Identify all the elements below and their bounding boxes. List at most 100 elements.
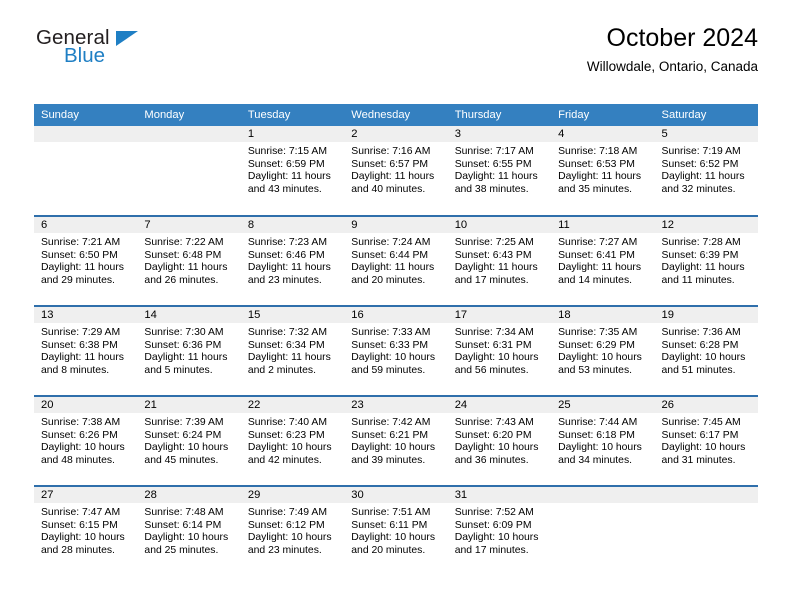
calendar-day-cell[interactable]: 27 Sunrise: 7:47 AM Sunset: 6:15 PM Dayligh… [34, 485, 138, 576]
day-details: Sunrise: 7:18 AM Sunset: 6:53 PM Daylight:… [551, 142, 654, 196]
weekday-header-tuesday: Tuesday [240, 104, 345, 126]
sunset-time: Sunset: 6:43 PM [454, 249, 532, 261]
sunrise-time: Sunrise: 7:24 AM [351, 237, 431, 248]
day-number: 23 [344, 397, 448, 413]
calendar-day-cell-empty [34, 126, 138, 216]
daylight-duration-line1: Daylight: 10 hours [661, 442, 746, 454]
day-details: Sunrise: 7:36 AM Sunset: 6:28 PM Daylight:… [655, 323, 758, 377]
sunset-time: Sunset: 6:52 PM [661, 158, 739, 170]
daylight-duration-line1: Daylight: 10 hours [454, 442, 539, 454]
sunset-time: Sunset: 6:44 PM [351, 249, 429, 261]
sunrise-time: Sunrise: 7:38 AM [41, 417, 121, 428]
calendar-day-cell[interactable]: 19 Sunrise: 7:36 AM Sunset: 6:28 PM Dayligh… [654, 305, 758, 396]
calendar-day-cell[interactable]: 6 Sunrise: 7:21 AM Sunset: 6:50 PM Daylight… [34, 215, 138, 306]
sunset-time: Sunset: 6:26 PM [41, 429, 118, 441]
calendar-day-cell[interactable]: 1 Sunrise: 7:15 AM Sunset: 6:59 PM Daylight… [240, 126, 345, 216]
daylight-duration-line2: and 51 minutes. [661, 364, 736, 376]
day-details: Sunrise: 7:27 AM Sunset: 6:41 PM Daylight:… [551, 233, 654, 287]
daylight-duration-line2: and 36 minutes. [454, 454, 529, 466]
calendar-day-cell[interactable]: 12 Sunrise: 7:28 AM Sunset: 6:39 PM Dayligh… [654, 215, 758, 306]
sunset-time: Sunset: 6:38 PM [41, 339, 118, 351]
day-number: 25 [551, 397, 655, 413]
calendar-week-row: 13 Sunrise: 7:29 AM Sunset: 6:38 PM Dayligh… [34, 305, 758, 396]
calendar-body: 1 Sunrise: 7:15 AM Sunset: 6:59 PM Daylight… [34, 126, 758, 576]
calendar-week-row: 6 Sunrise: 7:21 AM Sunset: 6:50 PM Daylight… [34, 215, 758, 306]
sunset-time: Sunset: 6:39 PM [661, 249, 739, 261]
day-details: Sunrise: 7:29 AM Sunset: 6:38 PM Daylight:… [34, 323, 137, 377]
day-details: Sunrise: 7:34 AM Sunset: 6:31 PM Daylight:… [448, 323, 551, 377]
daylight-duration-line2: and 43 minutes. [247, 183, 322, 195]
day-number: 26 [654, 397, 758, 413]
weekday-header-thursday: Thursday [447, 104, 552, 126]
sunrise-time: Sunrise: 7:17 AM [454, 146, 534, 157]
calendar-day-cell[interactable]: 5 Sunrise: 7:19 AM Sunset: 6:52 PM Daylight… [654, 126, 758, 216]
sunrise-time: Sunrise: 7:42 AM [351, 417, 431, 428]
daylight-duration-line2: and 17 minutes. [454, 544, 529, 556]
sunset-time: Sunset: 6:57 PM [351, 158, 429, 170]
daylight-duration-line2: and 2 minutes. [247, 364, 317, 376]
calendar-day-cell[interactable]: 18 Sunrise: 7:35 AM Sunset: 6:29 PM Dayligh… [551, 305, 655, 396]
calendar-day-cell[interactable]: 26 Sunrise: 7:45 AM Sunset: 6:17 PM Dayligh… [654, 395, 758, 486]
daylight-duration-line1: Daylight: 11 hours [247, 171, 331, 183]
calendar-day-cell[interactable]: 15 Sunrise: 7:32 AM Sunset: 6:34 PM Dayligh… [240, 305, 345, 396]
sunset-time: Sunset: 6:12 PM [247, 519, 325, 531]
day-details: Sunrise: 7:33 AM Sunset: 6:33 PM Daylight:… [344, 323, 447, 377]
daylight-duration-line2: and 39 minutes. [351, 454, 426, 466]
calendar-day-cell[interactable]: 2 Sunrise: 7:16 AM Sunset: 6:57 PM Daylight… [344, 126, 448, 216]
title-block: October 2024 Willowdale, Ontario, Canada [587, 24, 758, 74]
sunset-time: Sunset: 6:36 PM [144, 339, 222, 351]
daylight-duration-line1: Daylight: 11 hours [144, 352, 228, 364]
calendar-day-cell[interactable]: 23 Sunrise: 7:42 AM Sunset: 6:21 PM Dayligh… [344, 395, 448, 486]
sunset-time: Sunset: 6:24 PM [144, 429, 222, 441]
calendar-day-cell[interactable]: 13 Sunrise: 7:29 AM Sunset: 6:38 PM Dayligh… [34, 305, 138, 396]
calendar-week-row: 20 Sunrise: 7:38 AM Sunset: 6:26 PM Dayligh… [34, 395, 758, 486]
calendar-day-cell[interactable]: 22 Sunrise: 7:40 AM Sunset: 6:23 PM Dayligh… [240, 395, 345, 486]
day-details: Sunrise: 7:49 AM Sunset: 6:12 PM Daylight:… [241, 503, 344, 557]
sunrise-time: Sunrise: 7:21 AM [41, 237, 121, 248]
day-number [654, 487, 758, 503]
calendar-day-cell[interactable]: 28 Sunrise: 7:48 AM Sunset: 6:14 PM Dayligh… [137, 485, 241, 576]
daylight-duration-line1: Daylight: 11 hours [661, 171, 745, 183]
calendar-day-cell[interactable]: 8 Sunrise: 7:23 AM Sunset: 6:46 PM Daylight… [240, 215, 345, 306]
day-details: Sunrise: 7:25 AM Sunset: 6:43 PM Daylight:… [448, 233, 551, 287]
sunrise-time: Sunrise: 7:25 AM [454, 237, 534, 248]
calendar-day-cell[interactable]: 16 Sunrise: 7:33 AM Sunset: 6:33 PM Dayligh… [344, 305, 448, 396]
daylight-duration-line2: and 23 minutes. [247, 274, 322, 286]
daylight-duration-line1: Daylight: 11 hours [454, 171, 538, 183]
sunset-time: Sunset: 6:09 PM [454, 519, 532, 531]
calendar-day-cell[interactable]: 11 Sunrise: 7:27 AM Sunset: 6:41 PM Dayligh… [551, 215, 655, 306]
sunrise-time: Sunrise: 7:48 AM [144, 507, 224, 518]
calendar-day-cell[interactable]: 9 Sunrise: 7:24 AM Sunset: 6:44 PM Daylight… [344, 215, 448, 306]
sunset-time: Sunset: 6:15 PM [41, 519, 118, 531]
sunset-time: Sunset: 6:50 PM [41, 249, 118, 261]
day-number: 29 [240, 487, 345, 503]
calendar-day-cell[interactable]: 24 Sunrise: 7:43 AM Sunset: 6:20 PM Dayligh… [447, 395, 552, 486]
sunrise-time: Sunrise: 7:52 AM [454, 507, 534, 518]
general-blue-logo[interactable]: General Blue [36, 27, 216, 76]
sunrise-time: Sunrise: 7:23 AM [247, 237, 327, 248]
daylight-duration-line2: and 17 minutes. [454, 274, 529, 286]
calendar-day-cell[interactable]: 31 Sunrise: 7:52 AM Sunset: 6:09 PM Dayligh… [447, 485, 552, 576]
calendar-day-cell[interactable]: 30 Sunrise: 7:51 AM Sunset: 6:11 PM Dayligh… [344, 485, 448, 576]
calendar-day-cell[interactable]: 10 Sunrise: 7:25 AM Sunset: 6:43 PM Dayligh… [447, 215, 552, 306]
day-details: Sunrise: 7:45 AM Sunset: 6:17 PM Daylight:… [655, 413, 758, 467]
calendar-day-cell[interactable]: 17 Sunrise: 7:34 AM Sunset: 6:31 PM Dayligh… [447, 305, 552, 396]
calendar-week-row: 1 Sunrise: 7:15 AM Sunset: 6:59 PM Daylight… [34, 126, 758, 216]
day-details: Sunrise: 7:47 AM Sunset: 6:15 PM Daylight:… [34, 503, 137, 557]
daylight-duration-line1: Daylight: 11 hours [454, 262, 538, 274]
calendar-day-cell[interactable]: 20 Sunrise: 7:38 AM Sunset: 6:26 PM Dayligh… [34, 395, 138, 486]
calendar-day-cell[interactable]: 29 Sunrise: 7:49 AM Sunset: 6:12 PM Dayligh… [240, 485, 345, 576]
daylight-duration-line2: and 23 minutes. [247, 544, 322, 556]
daylight-duration-line1: Daylight: 10 hours [247, 442, 332, 454]
calendar-day-cell[interactable]: 7 Sunrise: 7:22 AM Sunset: 6:48 PM Daylight… [137, 215, 241, 306]
sunrise-time: Sunrise: 7:32 AM [247, 327, 327, 338]
calendar-day-cell[interactable]: 4 Sunrise: 7:18 AM Sunset: 6:53 PM Daylight… [551, 126, 655, 216]
calendar-day-cell[interactable]: 25 Sunrise: 7:44 AM Sunset: 6:18 PM Dayligh… [551, 395, 655, 486]
daylight-duration-line1: Daylight: 11 hours [41, 262, 124, 274]
daylight-duration-line1: Daylight: 10 hours [558, 352, 642, 364]
daylight-duration-line1: Daylight: 10 hours [661, 352, 746, 364]
calendar-day-cell[interactable]: 3 Sunrise: 7:17 AM Sunset: 6:55 PM Daylight… [447, 126, 552, 216]
calendar-day-cell[interactable]: 14 Sunrise: 7:30 AM Sunset: 6:36 PM Dayligh… [137, 305, 241, 396]
calendar-day-cell[interactable]: 21 Sunrise: 7:39 AM Sunset: 6:24 PM Dayligh… [137, 395, 241, 486]
calendar-week-row: 27 Sunrise: 7:47 AM Sunset: 6:15 PM Dayligh… [34, 485, 758, 576]
